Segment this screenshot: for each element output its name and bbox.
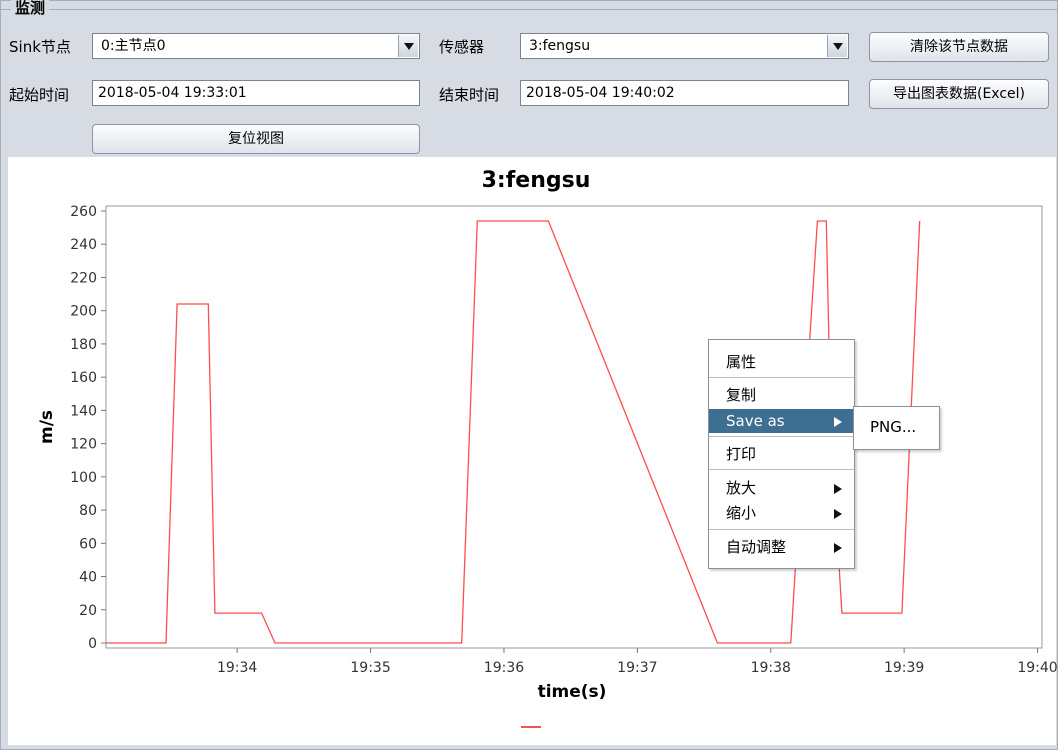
menu-separator bbox=[709, 377, 854, 378]
y-tick-label: 120 bbox=[70, 437, 97, 453]
y-tick-label: 160 bbox=[70, 370, 97, 386]
menu-item-print[interactable]: 打印 bbox=[709, 442, 854, 466]
submenu-arrow-icon bbox=[834, 417, 842, 427]
submenu-arrow-icon bbox=[834, 509, 842, 519]
y-tick-label: 240 bbox=[70, 237, 97, 253]
x-tick-label: 19:39 bbox=[884, 660, 924, 676]
y-tick-label: 200 bbox=[70, 304, 97, 320]
y-tick-label: 20 bbox=[79, 603, 97, 619]
x-axis-label: time(s) bbox=[538, 682, 607, 702]
x-tick-label: 19:34 bbox=[217, 660, 257, 676]
submenu-arrow-icon bbox=[834, 543, 842, 553]
y-tick-label: 140 bbox=[70, 403, 97, 419]
menu-separator bbox=[709, 436, 854, 437]
menu-item-save-as-label: Save as bbox=[726, 412, 785, 430]
menu-item-zoom-out-label: 缩小 bbox=[726, 504, 757, 522]
x-axis: 19:34 19:35 19:36 19:37 19:38 19:39 19:40 bbox=[217, 648, 1058, 676]
save-as-submenu: PNG... bbox=[853, 406, 940, 450]
menu-item-zoom-in[interactable]: 放大 bbox=[709, 476, 854, 500]
menu-item-copy[interactable]: 复制 bbox=[709, 383, 854, 407]
y-axis-label: m/s bbox=[37, 410, 57, 444]
menu-item-zoom-out[interactable]: 缩小 bbox=[709, 501, 854, 525]
menu-item-properties[interactable]: 属性 bbox=[709, 350, 854, 374]
chart-title: 3:fengsu bbox=[482, 168, 591, 193]
menu-item-auto-range[interactable]: 自动调整 bbox=[709, 535, 854, 559]
x-tick-label: 19:40 bbox=[1017, 660, 1057, 676]
y-tick-label: 0 bbox=[88, 636, 97, 652]
y-tick-label: 80 bbox=[79, 503, 97, 519]
y-tick-label: 40 bbox=[79, 570, 97, 586]
menu-separator bbox=[709, 469, 854, 470]
x-tick-label: 19:37 bbox=[617, 660, 657, 676]
y-tick-label: 100 bbox=[70, 470, 97, 486]
line-chart[interactable]: 3:fengsu 0 20 40 60 80 100 120 140 160 180 200 220 2… bbox=[0, 0, 1058, 750]
y-tick-label: 260 bbox=[70, 204, 97, 220]
x-tick-label: 19:36 bbox=[484, 660, 524, 676]
x-tick-label: 19:35 bbox=[350, 660, 390, 676]
menu-item-auto-range-label: 自动调整 bbox=[726, 538, 787, 556]
y-axis: 0 20 40 60 80 100 120 140 160 180 200 220 240 260 bbox=[70, 204, 106, 652]
menu-item-save-as[interactable]: Save as bbox=[709, 409, 854, 433]
y-tick-label: 180 bbox=[70, 337, 97, 353]
submenu-arrow-icon bbox=[834, 484, 842, 494]
y-tick-label: 60 bbox=[79, 536, 97, 552]
y-tick-label: 220 bbox=[70, 270, 97, 286]
menu-item-zoom-in-label: 放大 bbox=[726, 479, 757, 497]
context-menu: 属性 复制 Save as 打印 放大 缩小 自动调整 bbox=[708, 339, 855, 569]
menu-separator bbox=[709, 529, 854, 530]
menu-item-png[interactable]: PNG... bbox=[854, 415, 939, 439]
x-tick-label: 19:38 bbox=[751, 660, 791, 676]
